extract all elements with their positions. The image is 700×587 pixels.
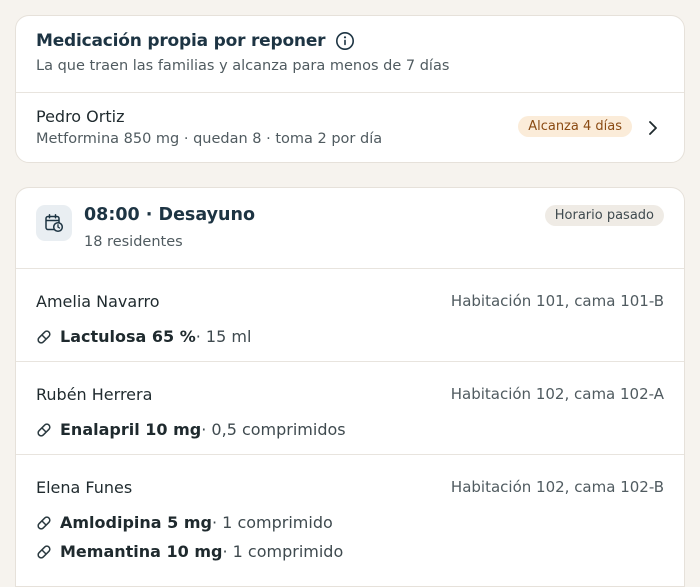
medication-dose: · 15 ml bbox=[195, 327, 252, 346]
medication-line: Amlodipina 5 mg · 1 comprimido bbox=[36, 513, 333, 532]
chevron-right-icon[interactable] bbox=[646, 119, 660, 137]
medication-name: Amlodipina 5 mg bbox=[60, 513, 212, 532]
pill-icon bbox=[36, 544, 52, 560]
own-medication-subtitle: La que traen las familias y alcanza para… bbox=[36, 58, 450, 74]
room-bed-label: Habitación 101, cama 101-B bbox=[450, 292, 664, 310]
divider bbox=[16, 454, 684, 455]
medication-dose: · 0,5 comprimidos bbox=[201, 420, 346, 439]
pill-icon bbox=[36, 515, 52, 531]
divider bbox=[16, 268, 684, 269]
divider bbox=[16, 92, 684, 93]
schedule-card: 08:00 · Desayuno 18 residentes Horario p… bbox=[15, 187, 685, 587]
own-medication-header: Medicación propia por reponer bbox=[36, 31, 355, 51]
resident-name: Amelia Navarro bbox=[36, 292, 160, 311]
medication-name: Lactulosa 65 % bbox=[60, 327, 196, 346]
medication-line: Enalapril 10 mg · 0,5 comprimidos bbox=[36, 420, 346, 439]
medication-detail: Metformina 850 mg · quedan 8 · toma 2 po… bbox=[36, 131, 383, 147]
info-icon[interactable] bbox=[335, 31, 355, 51]
divider bbox=[16, 361, 684, 362]
medication-line: Lactulosa 65 % · 15 ml bbox=[36, 327, 251, 346]
days-remaining-badge: Alcanza 4 días bbox=[518, 116, 632, 137]
medication-name: Memantina 10 mg bbox=[60, 542, 223, 561]
room-bed-label: Habitación 102, cama 102-A bbox=[450, 385, 664, 403]
room-bed-label: Habitación 102, cama 102-B bbox=[450, 478, 664, 496]
medication-dose: · 1 comprimido bbox=[212, 513, 333, 532]
resident-name: Rubén Herrera bbox=[36, 385, 153, 404]
medication-line: Memantina 10 mg · 1 comprimido bbox=[36, 542, 343, 561]
pill-icon bbox=[36, 422, 52, 438]
pill-icon bbox=[36, 329, 52, 345]
resident-name: Pedro Ortiz bbox=[36, 107, 125, 126]
resident-name: Elena Funes bbox=[36, 478, 133, 497]
medication-dose: · 1 comprimido bbox=[222, 542, 344, 561]
medication-name: Enalapril 10 mg bbox=[60, 420, 202, 439]
calendar-clock-icon bbox=[36, 205, 72, 241]
past-schedule-badge: Horario pasado bbox=[544, 205, 664, 226]
own-medication-title: Medicación propia por reponer bbox=[36, 31, 326, 51]
schedule-title: 08:00 · Desayuno bbox=[84, 205, 255, 225]
own-medication-card: Medicación propia por reponer La que tra… bbox=[15, 15, 685, 163]
schedule-resident-count: 18 residentes bbox=[84, 234, 183, 250]
